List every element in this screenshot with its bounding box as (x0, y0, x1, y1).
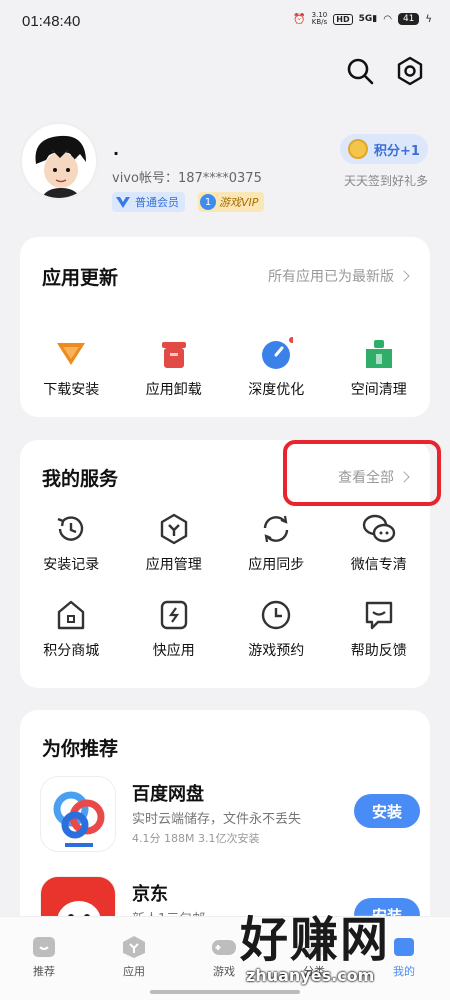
tab-games-label: 游戏 (213, 965, 235, 978)
quick-app-item[interactable]: 快应用 (123, 598, 226, 660)
app-sync-label: 应用同步 (248, 557, 305, 573)
services-row-2: 积分商城 快应用 游戏预约 帮助反馈 (20, 598, 430, 660)
mine-tab-icon (394, 938, 414, 956)
game-reserve-item[interactable]: 游戏预约 (225, 598, 328, 660)
home-indicator[interactable] (150, 990, 300, 994)
tab-recommend-label: 推荐 (33, 965, 55, 978)
app-update-card: 应用更新 所有应用已为最新版 下载安装 应用卸载 深度优化 空间清理 (20, 237, 430, 417)
space-clean-label: 空间清理 (350, 382, 407, 398)
net-unit: KB/s (311, 18, 328, 26)
shop-icon (54, 598, 88, 632)
tab-recommend[interactable]: 推荐 (14, 935, 74, 979)
user-name: · (113, 144, 120, 163)
install-button[interactable]: 安装 (354, 794, 420, 828)
quick-app-label: 快应用 (152, 643, 195, 659)
history-icon (54, 512, 88, 546)
help-feedback-item[interactable]: 帮助反馈 (328, 598, 431, 660)
app-sync-item[interactable]: 应用同步 (225, 512, 328, 574)
optimize-icon (259, 337, 294, 371)
points-checkin-button[interactable]: 积分+1 (340, 134, 428, 164)
app-update-status-link[interactable]: 所有应用已为最新版 (268, 266, 410, 286)
search-icon (347, 58, 374, 85)
wechat-clean-item[interactable]: 微信专清 (328, 512, 431, 574)
alarm-icon: ⏰ (293, 13, 306, 25)
vip-badge[interactable]: 1 游戏VIP (198, 192, 265, 212)
app-update-grid: 下载安装 应用卸载 深度优化 空间清理 (20, 337, 430, 399)
recommend-title: 为你推荐 (42, 738, 119, 760)
avatar[interactable] (20, 122, 98, 200)
highlight-box (283, 440, 441, 506)
app-update-status: 所有应用已为最新版 (268, 269, 394, 285)
recommend-app-row[interactable]: 百度网盘 实时云端储存，文件永不丢失 4.1分 188M 3.1亿次安装 安装 (40, 776, 420, 856)
net-speed: 3.10 KB/s (312, 12, 328, 26)
gear-icon (397, 56, 423, 86)
tab-apps-label: 应用 (123, 965, 145, 978)
points-label: 积分+1 (374, 143, 420, 159)
member-v-icon (116, 197, 130, 208)
wifi-icon: ◠ (383, 13, 392, 25)
status-bar: 01:48:40 ⏰ 3.10 KB/s HD 5G▮ ◠ 41 ϟ (0, 0, 450, 44)
wechat-icon (362, 512, 396, 546)
search-button[interactable] (344, 55, 376, 87)
apps-tab-icon (123, 936, 145, 958)
points-mall-item[interactable]: 积分商城 (20, 598, 123, 660)
deep-optimize-item[interactable]: 深度优化 (225, 337, 328, 399)
uninstall-label: 应用卸载 (145, 382, 202, 398)
member-badge-label: 普通会员 (135, 196, 179, 209)
deep-optimize-label: 深度优化 (248, 382, 305, 398)
app-name: 百度网盘 (132, 784, 204, 805)
tab-mine-label: 我的 (393, 965, 415, 978)
watermark: 好赚网 (240, 912, 391, 968)
tab-apps[interactable]: 应用 (104, 935, 164, 979)
game-reserve-label: 游戏预约 (248, 643, 305, 659)
download-install-item[interactable]: 下载安装 (20, 337, 123, 399)
feedback-icon (362, 598, 396, 632)
charging-icon: ϟ (425, 13, 432, 25)
uninstall-item[interactable]: 应用卸载 (123, 337, 226, 399)
watermark-url: zhuanyes.com (246, 966, 375, 985)
wechat-clean-label: 微信专清 (350, 557, 407, 573)
app-manage-item[interactable]: 应用管理 (123, 512, 226, 574)
hd-icon: HD (333, 13, 353, 25)
member-badge[interactable]: 普通会员 (112, 192, 185, 212)
chevron-right-icon (398, 270, 410, 282)
coin-icon (348, 139, 369, 159)
baidu-netdisk-app-icon (40, 776, 116, 852)
app-manage-label: 应用管理 (145, 557, 202, 573)
vip-badge-label: 游戏VIP (219, 196, 259, 209)
clean-icon (362, 337, 396, 371)
services-row-1: 安装记录 应用管理 应用同步 微信专清 (20, 512, 430, 574)
app-update-title: 应用更新 (42, 267, 119, 289)
space-clean-item[interactable]: 空间清理 (328, 337, 431, 399)
install-history-item[interactable]: 安装记录 (20, 512, 123, 574)
download-icon (54, 337, 88, 371)
points-subtitle: 天天签到好礼多 (343, 174, 428, 188)
download-install-label: 下载安装 (43, 382, 100, 398)
status-icons: ⏰ 3.10 KB/s HD 5G▮ ◠ 41 ϟ (293, 12, 432, 26)
settings-button[interactable] (394, 55, 426, 87)
clock-icon (259, 598, 293, 632)
gamepad-icon (212, 940, 236, 955)
app-description: 实时云端储存，文件永不丢失 (132, 812, 302, 827)
points-mall-label: 积分商城 (43, 643, 100, 659)
signal-label: 5G (358, 14, 373, 24)
trash-icon (157, 337, 191, 371)
help-feedback-label: 帮助反馈 (350, 643, 407, 659)
profile-section: · vivo帐号：187****0375 普通会员 1 游戏VIP 积分+1 天… (20, 122, 430, 222)
app-manage-icon (157, 512, 191, 546)
vip-level-icon: 1 (200, 194, 216, 210)
account-number: vivo帐号：187****0375 (112, 171, 262, 186)
install-history-label: 安装记录 (43, 557, 100, 573)
quick-app-icon (157, 598, 191, 632)
status-time: 01:48:40 (22, 13, 81, 30)
battery-icon: 41 (397, 13, 420, 25)
recommend-tab-icon (33, 937, 55, 957)
my-services-title: 我的服务 (42, 468, 119, 490)
app-meta: 4.1分 188M 3.1亿次安装 (132, 832, 260, 845)
app-name: 京东 (132, 884, 168, 905)
sync-icon (259, 512, 293, 546)
signal-icon: 5G▮ (358, 14, 378, 24)
